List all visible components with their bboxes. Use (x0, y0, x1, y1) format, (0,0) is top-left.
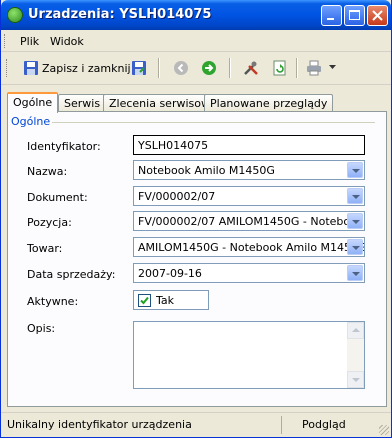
nazwa-label: Nazwa: (27, 165, 68, 178)
save-close-button[interactable]: Zapisz i zamknij (42, 62, 131, 75)
group-title: Ogólne (9, 115, 53, 128)
maximize-button[interactable] (344, 5, 365, 26)
menu-grip (4, 34, 8, 48)
aktywne-checkbox-box[interactable]: Tak (133, 290, 209, 310)
back-arrow-icon[interactable] (173, 60, 189, 76)
menu-bar: Plik Widok (1, 31, 391, 52)
status-bar: Unikalny identyfikator urządzenia Podglą… (1, 412, 391, 437)
towar-value: AMILOM1450G - Notebook Amilo M1450G (138, 241, 365, 254)
toolbar-separator (229, 58, 231, 78)
aktywne-checkbox-label: Tak (156, 294, 175, 307)
scroll-up-button[interactable] (347, 322, 364, 339)
tab-ogolne[interactable]: Ogólne (7, 92, 59, 113)
identyfikator-label: Identyfikator: (27, 140, 101, 153)
dokument-value: FV/000002/07 (138, 190, 216, 203)
identyfikator-field[interactable]: YSLH014075 (133, 135, 365, 155)
save-icon[interactable] (131, 60, 147, 76)
menu-widok[interactable]: Widok (50, 35, 84, 48)
data-sprzedazy-value: 2007-09-16 (138, 267, 202, 280)
app-window: Urzadzenia: YSLH014075 Plik Widok Zapisz… (0, 0, 392, 438)
close-button[interactable] (367, 5, 388, 26)
opis-scrollbar[interactable] (347, 322, 364, 388)
toolbar-separator (296, 58, 298, 78)
save-close-icon[interactable] (23, 60, 39, 76)
title-bar[interactable]: Urzadzenia: YSLH014075 (1, 0, 391, 30)
towar-label: Towar: (27, 242, 63, 255)
checkmark-icon (140, 296, 149, 305)
towar-dropdown-button[interactable] (347, 239, 363, 255)
tab-serwis[interactable]: Serwis (58, 94, 107, 111)
aktywne-label: Aktywne: (27, 295, 79, 308)
pozycja-value: FV/000002/07 AMILOM1450G - Notebook An (138, 215, 365, 228)
identyfikator-value: YSLH014075 (138, 139, 209, 152)
aktywne-checkbox[interactable] (138, 294, 151, 307)
app-icon (7, 7, 23, 23)
nazwa-dropdown-button[interactable] (347, 162, 363, 178)
toolbar-separator (158, 58, 160, 78)
dokument-combo[interactable]: FV/000002/07 (133, 186, 365, 206)
opis-textarea[interactable] (133, 321, 365, 389)
toolbar-grip (6, 59, 10, 77)
opis-label: Opis: (27, 322, 56, 335)
pozycja-dropdown-button[interactable] (347, 213, 363, 229)
tools-icon[interactable] (243, 60, 259, 76)
window-title: Urzadzenia: YSLH014075 (28, 7, 212, 22)
refresh-icon[interactable] (272, 60, 288, 76)
data-sprzedazy-label: Data sprzedaży: (27, 268, 116, 281)
pozycja-label: Pozycja: (27, 216, 72, 229)
nazwa-value: Notebook Amilo M1450G (138, 164, 275, 177)
maximize-icon (349, 10, 360, 20)
tab-planowane-przeglady[interactable]: Planowane przeglądy (204, 94, 334, 111)
toolbar: Zapisz i zamknij (1, 52, 391, 85)
chevron-down-icon[interactable] (329, 65, 336, 70)
pozycja-combo[interactable]: FV/000002/07 AMILOM1450G - Notebook An (133, 211, 365, 231)
dokument-label: Dokument: (27, 191, 88, 204)
status-divider (281, 416, 282, 434)
printer-icon[interactable] (306, 60, 322, 76)
towar-combo[interactable]: AMILOM1450G - Notebook Amilo M1450G (133, 237, 365, 257)
group-divider (13, 122, 375, 123)
data-sprzedazy-dropdown-button[interactable] (347, 265, 363, 281)
minimize-icon (327, 18, 334, 20)
close-icon (372, 10, 383, 21)
data-sprzedazy-combo[interactable]: 2007-09-16 (133, 263, 365, 283)
dokument-dropdown-button[interactable] (347, 188, 363, 204)
resize-grip[interactable] (379, 425, 389, 435)
status-mode: Podgląd (302, 418, 346, 431)
forward-arrow-icon[interactable] (201, 60, 217, 76)
nazwa-combo[interactable]: Notebook Amilo M1450G (133, 160, 365, 180)
scroll-down-button[interactable] (347, 371, 364, 388)
status-text: Unikalny identyfikator urządzenia (7, 418, 192, 431)
menu-plik[interactable]: Plik (20, 35, 39, 48)
minimize-button[interactable] (321, 5, 342, 26)
